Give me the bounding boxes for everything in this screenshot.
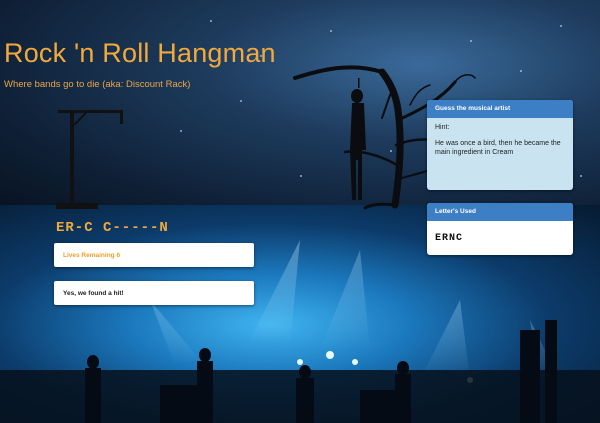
letters-used-header: Letter's Used: [427, 203, 573, 221]
hint-label: Hint:: [435, 124, 450, 131]
hint-text: He was once a bird, then he became the m…: [435, 140, 561, 156]
result-box: Yes, we found a hit!: [54, 281, 254, 305]
lives-box: Lives Remaining 6: [54, 243, 254, 267]
hint-panel-header: Guess the musical artist: [427, 100, 573, 118]
result-message: Yes, we found a hit!: [63, 290, 124, 297]
hint-panel-body: Hint: He was once a bird, then he became…: [427, 118, 573, 163]
gallows-icon: [56, 110, 123, 209]
lives-remaining-text: Lives Remaining 6: [63, 252, 121, 259]
masked-word: ER-C C-----N: [56, 220, 169, 236]
hint-panel: Guess the musical artist Hint: He was on…: [427, 100, 573, 190]
hanging-figure-icon: [350, 78, 366, 200]
letters-used-panel: Letter's Used ERNC: [427, 203, 573, 255]
letters-used-list: ERNC: [435, 233, 464, 244]
